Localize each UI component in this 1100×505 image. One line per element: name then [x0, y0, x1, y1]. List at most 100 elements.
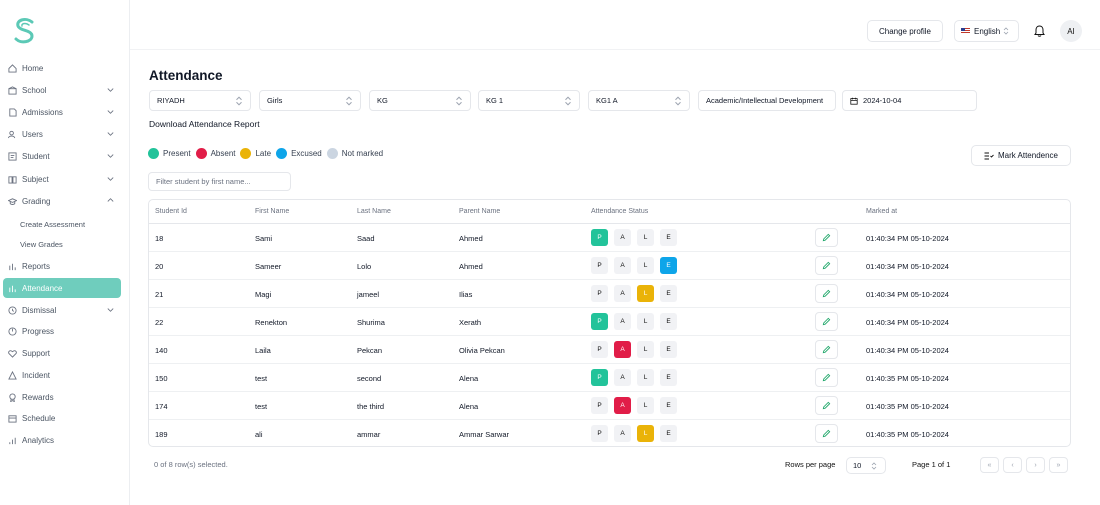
sidebar-item-rewards[interactable]: Rewards	[3, 387, 121, 407]
region-select[interactable]: RIYADH	[149, 90, 251, 111]
sidebar-item-dismissal[interactable]: Dismissal	[3, 300, 121, 320]
cell-parent: Ilias	[459, 290, 473, 299]
sidebar-item-schedule[interactable]: Schedule	[3, 408, 121, 428]
legend-not-marked: Not marked	[326, 148, 383, 159]
analytics-icon	[7, 435, 17, 445]
sidebar-item-label: Admissions	[22, 107, 63, 117]
edit-button[interactable]	[815, 228, 838, 247]
status-button-l[interactable]: L	[637, 313, 654, 330]
download-report-link[interactable]: Download Attendance Report	[149, 119, 260, 129]
status-button-l[interactable]: L	[637, 285, 654, 302]
gender-select[interactable]: Girls	[259, 90, 361, 111]
col-parent-name: Parent Name	[459, 208, 501, 215]
status-button-e[interactable]: E	[660, 229, 677, 246]
status-button-p[interactable]: P	[591, 285, 608, 302]
sidebar-item-admissions[interactable]: Admissions	[3, 102, 121, 122]
status-button-a[interactable]: A	[614, 229, 631, 246]
mark-attendance-button[interactable]: Mark Attendence	[971, 145, 1071, 166]
status-button-e[interactable]: E	[660, 397, 677, 414]
status-button-e[interactable]: E	[660, 285, 677, 302]
select-value: Girls	[267, 96, 283, 105]
book-icon	[7, 174, 17, 184]
legend-label: Absent	[210, 149, 236, 158]
status-button-a[interactable]: A	[614, 397, 631, 414]
status-button-p[interactable]: P	[591, 229, 608, 246]
sidebar-item-attendance[interactable]: Attendance	[3, 278, 121, 298]
selection-count: 0 of 8 row(s) selected.	[154, 460, 228, 469]
cell-last: ammar	[357, 430, 381, 439]
status-button-e[interactable]: E	[660, 313, 677, 330]
status-button-e[interactable]: E	[660, 369, 677, 386]
status-button-l[interactable]: L	[637, 397, 654, 414]
edit-button[interactable]	[815, 312, 838, 331]
sidebar-subitem-view-grades[interactable]: View Grades	[20, 240, 63, 249]
date-picker[interactable]: 2024-10-04	[842, 90, 977, 111]
status-button-a[interactable]: A	[614, 257, 631, 274]
sidebar-item-analytics[interactable]: Analytics	[3, 430, 121, 450]
avatar[interactable]: AI	[1060, 20, 1082, 42]
status-button-a[interactable]: A	[614, 285, 631, 302]
last-page-button[interactable]: »	[1049, 457, 1068, 473]
first-page-button[interactable]: «	[980, 457, 999, 473]
class-select[interactable]: KG1 A	[588, 90, 690, 111]
bell-icon[interactable]	[1034, 25, 1045, 37]
edit-button[interactable]	[815, 340, 838, 359]
sidebar-item-grading[interactable]: Grading	[3, 191, 121, 211]
status-button-l[interactable]: L	[637, 229, 654, 246]
sidebar-item-incident[interactable]: Incident	[3, 365, 121, 385]
edit-button[interactable]	[815, 284, 838, 303]
select-value: RIYADH	[157, 96, 185, 105]
status-button-p[interactable]: P	[591, 369, 608, 386]
status-button-l[interactable]: L	[637, 369, 654, 386]
edit-button[interactable]	[815, 424, 838, 443]
status-button-p[interactable]: P	[591, 425, 608, 442]
present-dot-icon	[148, 148, 159, 159]
select-chevron-icon	[872, 461, 877, 470]
chevron-right-icon: ›	[1034, 461, 1037, 469]
rows-per-page-select[interactable]: 10	[846, 457, 886, 474]
status-button-a[interactable]: A	[614, 313, 631, 330]
sidebar-item-reports[interactable]: Reports	[3, 256, 121, 276]
status-button-e[interactable]: E	[660, 257, 677, 274]
status-button-a[interactable]: A	[614, 425, 631, 442]
status-button-e[interactable]: E	[660, 425, 677, 442]
status-button-e[interactable]: E	[660, 341, 677, 358]
change-profile-button[interactable]: Change profile	[867, 20, 943, 42]
status-button-l[interactable]: L	[637, 341, 654, 358]
next-page-button[interactable]: ›	[1026, 457, 1045, 473]
grade-select[interactable]: KG 1	[478, 90, 580, 111]
student-filter-input[interactable]	[148, 172, 291, 191]
status-button-a[interactable]: A	[614, 369, 631, 386]
status-button-l[interactable]: L	[637, 257, 654, 274]
edit-button[interactable]	[815, 256, 838, 275]
subject-select[interactable]: Academic/Intellectual Development	[698, 90, 836, 111]
school-icon	[7, 85, 17, 95]
cell-first: ali	[255, 430, 263, 439]
status-button-p[interactable]: P	[591, 397, 608, 414]
sidebar: Home School Admissions Users Student Sub…	[0, 0, 130, 505]
sidebar-item-label: Attendance	[22, 283, 63, 293]
status-button-p[interactable]: P	[591, 341, 608, 358]
prev-page-button[interactable]: ‹	[1003, 457, 1022, 473]
status-button-a[interactable]: A	[614, 341, 631, 358]
edit-button[interactable]	[815, 396, 838, 415]
chevron-down-icon	[107, 110, 114, 114]
select-value: KG 1	[486, 96, 504, 105]
sidebar-item-student[interactable]: Student	[3, 146, 121, 166]
status-button-l[interactable]: L	[637, 425, 654, 442]
cell-marked-at: 01:40:34 PM 05-10-2024	[866, 262, 949, 271]
sidebar-subitem-create-assessment[interactable]: Create Assessment	[20, 220, 85, 229]
status-button-p[interactable]: P	[591, 257, 608, 274]
sidebar-item-subject[interactable]: Subject	[3, 169, 121, 189]
level-select[interactable]: KG	[369, 90, 471, 111]
edit-button[interactable]	[815, 368, 838, 387]
sidebar-item-progress[interactable]: Progress	[3, 321, 121, 341]
sidebar-item-home[interactable]: Home	[3, 58, 121, 78]
sidebar-item-school[interactable]: School	[3, 80, 121, 100]
sidebar-item-users[interactable]: Users	[3, 124, 121, 144]
pencil-icon	[822, 261, 831, 270]
sidebar-item-support[interactable]: Support	[3, 343, 121, 363]
language-select[interactable]: English	[954, 20, 1019, 42]
status-button-p[interactable]: P	[591, 313, 608, 330]
cell-id: 20	[155, 262, 164, 271]
